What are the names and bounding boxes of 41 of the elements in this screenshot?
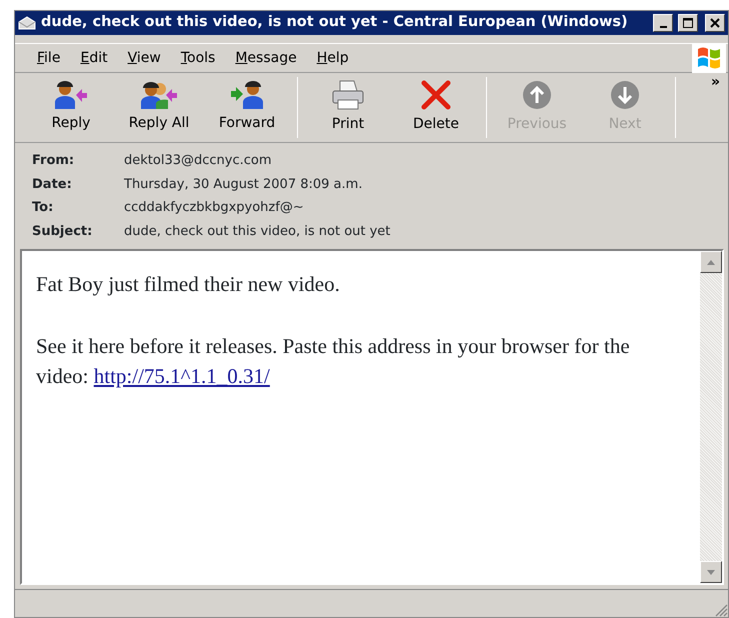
reply-button[interactable]: Reply: [27, 73, 115, 142]
scroll-down-button[interactable]: [700, 561, 722, 583]
header-value: dude, check out this video, is not out yet: [124, 222, 392, 240]
print-button[interactable]: Print: [304, 73, 392, 142]
toolbar-overflow-button[interactable]: »: [702, 73, 728, 91]
forward-button[interactable]: Forward: [203, 73, 291, 142]
header-label: Date:: [32, 176, 73, 194]
message-paragraph: Fat Boy just filmed their new video.: [36, 271, 341, 298]
reply-all-icon: [140, 81, 178, 109]
menu-item[interactable]: View: [118, 48, 171, 68]
menu-item[interactable]: File: [27, 48, 70, 68]
reply-icon: [54, 81, 88, 109]
window-title: dude, check out this video, is not out yet - Central European (Windows): [41, 13, 629, 32]
minimize-button[interactable]: [653, 14, 673, 32]
forward-icon: [229, 81, 265, 109]
header-label: Subject:: [32, 222, 94, 240]
header-value: ccddakfyczbkbgxpyohzf@~: [124, 199, 305, 217]
message-link[interactable]: http://75.1^1.1_0.31/: [94, 364, 270, 388]
delete-icon: [421, 80, 451, 110]
header-label: To:: [32, 199, 54, 217]
menu-item[interactable]: Message: [225, 48, 307, 68]
reply-all-button[interactable]: Reply All: [115, 73, 203, 142]
menu-item[interactable]: Edit: [70, 48, 118, 68]
up-triangle-icon: [707, 260, 715, 264]
minimize-icon: [660, 26, 666, 28]
menu-item[interactable]: Help: [306, 48, 359, 68]
header-label: From:: [32, 152, 76, 170]
scroll-up-button[interactable]: [700, 251, 722, 273]
maximize-button[interactable]: [678, 14, 698, 32]
close-button[interactable]: [705, 14, 725, 32]
header-value: Thursday, 30 August 2007 8:09 a.m.: [124, 176, 364, 194]
down-triangle-icon: [707, 570, 715, 574]
message-paragraph: See it here before it releases. Paste this address in your browser for the video: http://75.1^1.1_0.31/: [36, 332, 631, 390]
delete-button[interactable]: Delete: [392, 73, 480, 142]
maximize-icon: [682, 17, 694, 29]
close-icon: [709, 17, 721, 29]
printer-icon: [331, 80, 365, 110]
envelope-icon: [18, 16, 36, 30]
header-value: dektol33@dccnyc.com: [124, 152, 273, 170]
scrollbar[interactable]: [700, 251, 722, 583]
menu-item[interactable]: Tools: [170, 48, 226, 68]
